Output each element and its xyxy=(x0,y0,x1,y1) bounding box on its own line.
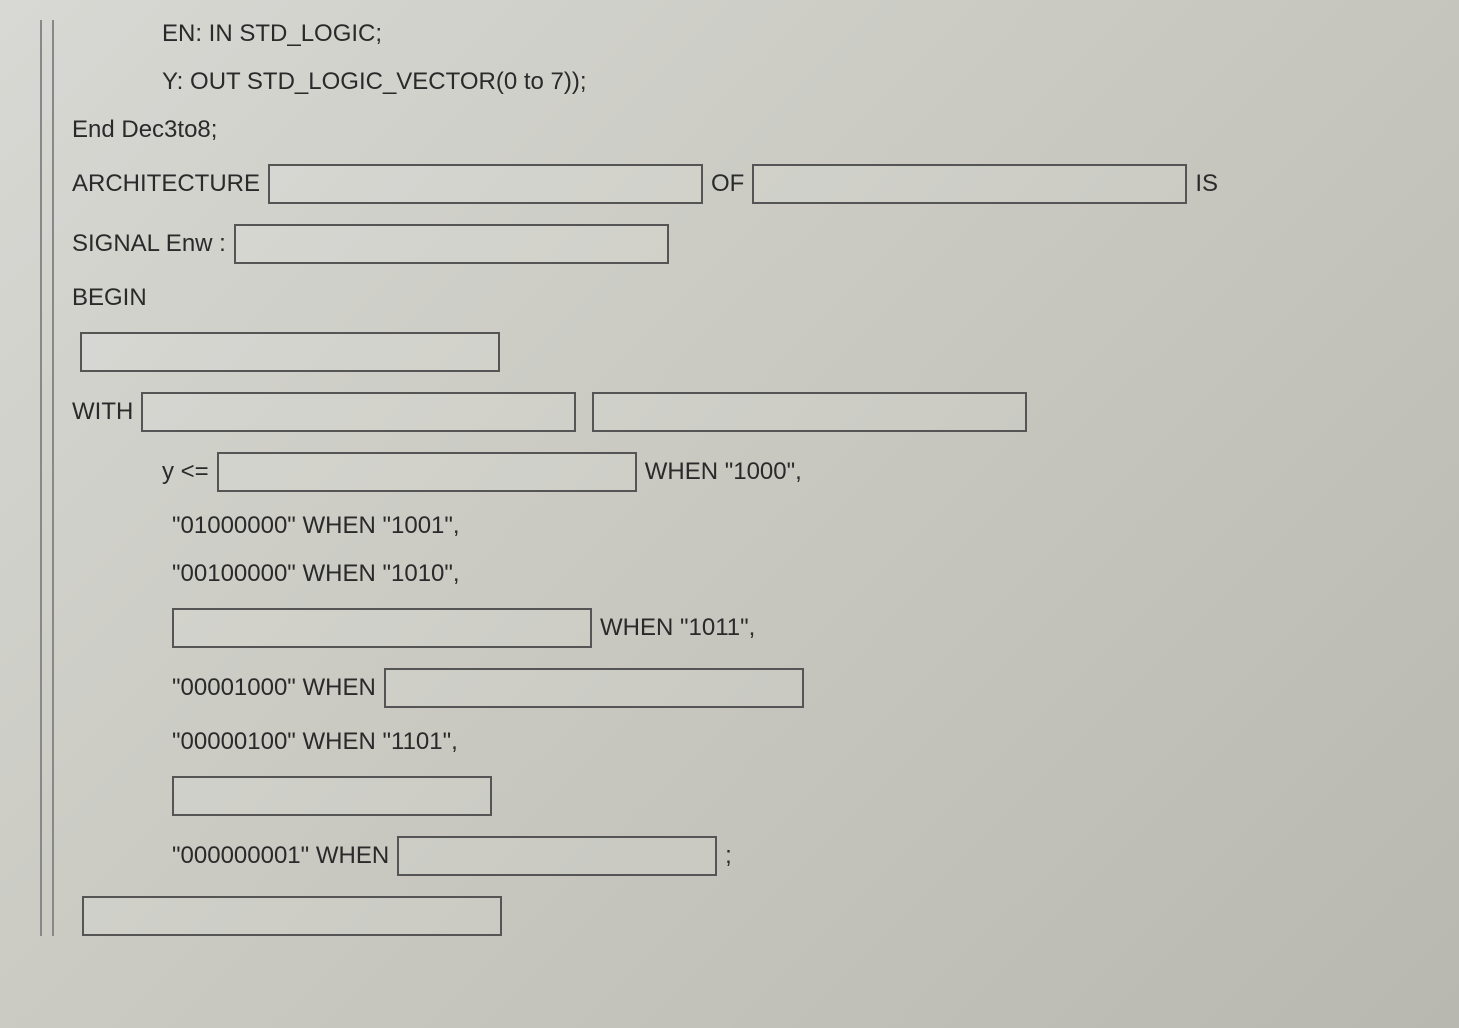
code-text: IS xyxy=(1195,170,1218,198)
code-line: ARCHITECTURE OF IS xyxy=(72,164,1419,204)
blank-entity-name[interactable] xyxy=(752,164,1187,204)
code-line xyxy=(72,776,1419,816)
blank-architecture-name[interactable] xyxy=(268,164,703,204)
blank-value-1011[interactable] xyxy=(172,608,592,648)
code-text: WHEN "1011", xyxy=(600,614,755,642)
blank-select[interactable] xyxy=(592,392,1027,432)
code-text: WHEN "1000", xyxy=(645,458,802,486)
code-text: Y: OUT STD_LOGIC_VECTOR(0 to 7)); xyxy=(162,68,587,96)
margin-line xyxy=(52,20,54,936)
code-text: ARCHITECTURE xyxy=(72,170,260,198)
blank-assignment[interactable] xyxy=(80,332,500,372)
code-line: WITH xyxy=(72,392,1419,432)
blank-value-1000[interactable] xyxy=(217,452,637,492)
code-text: ; xyxy=(725,842,732,870)
code-line: "00100000" WHEN "1010", xyxy=(72,560,1419,588)
code-line: Y: OUT STD_LOGIC_VECTOR(0 to 7)); xyxy=(72,68,1419,96)
code-text: OF xyxy=(711,170,744,198)
code-text: "00000100" WHEN "1101", xyxy=(172,728,458,756)
code-text: WITH xyxy=(72,398,133,426)
blank-end[interactable] xyxy=(82,896,502,936)
code-line: SIGNAL Enw : xyxy=(72,224,1419,264)
blank-condition-others[interactable] xyxy=(397,836,717,876)
blank-line-1110[interactable] xyxy=(172,776,492,816)
code-text: "00001000" WHEN xyxy=(172,674,376,702)
code-text: End Dec3to8; xyxy=(72,116,217,144)
code-line: "01000000" WHEN "1001", xyxy=(72,512,1419,540)
code-worksheet: EN: IN STD_LOGIC; Y: OUT STD_LOGIC_VECTO… xyxy=(40,20,1419,936)
code-line xyxy=(72,332,1419,372)
code-line: y <= WHEN "1000", xyxy=(72,452,1419,492)
code-text: BEGIN xyxy=(72,284,147,312)
code-text: SIGNAL Enw : xyxy=(72,230,226,258)
code-line: "000000001" WHEN ; xyxy=(72,836,1419,876)
code-text: EN: IN STD_LOGIC; xyxy=(162,20,382,48)
blank-with-expr[interactable] xyxy=(141,392,576,432)
code-line: "00000100" WHEN "1101", xyxy=(72,728,1419,756)
blank-signal-type[interactable] xyxy=(234,224,669,264)
code-line: EN: IN STD_LOGIC; xyxy=(72,20,1419,48)
code-text: "01000000" WHEN "1001", xyxy=(172,512,460,540)
code-line: "00001000" WHEN xyxy=(72,668,1419,708)
code-line: BEGIN xyxy=(72,284,1419,312)
blank-condition-00001000[interactable] xyxy=(384,668,804,708)
code-text: "00100000" WHEN "1010", xyxy=(172,560,460,588)
code-text: "000000001" WHEN xyxy=(172,842,389,870)
code-text: y <= xyxy=(162,458,209,486)
code-line: End Dec3to8; xyxy=(72,116,1419,144)
code-line: WHEN "1011", xyxy=(72,608,1419,648)
code-line xyxy=(72,896,1419,936)
